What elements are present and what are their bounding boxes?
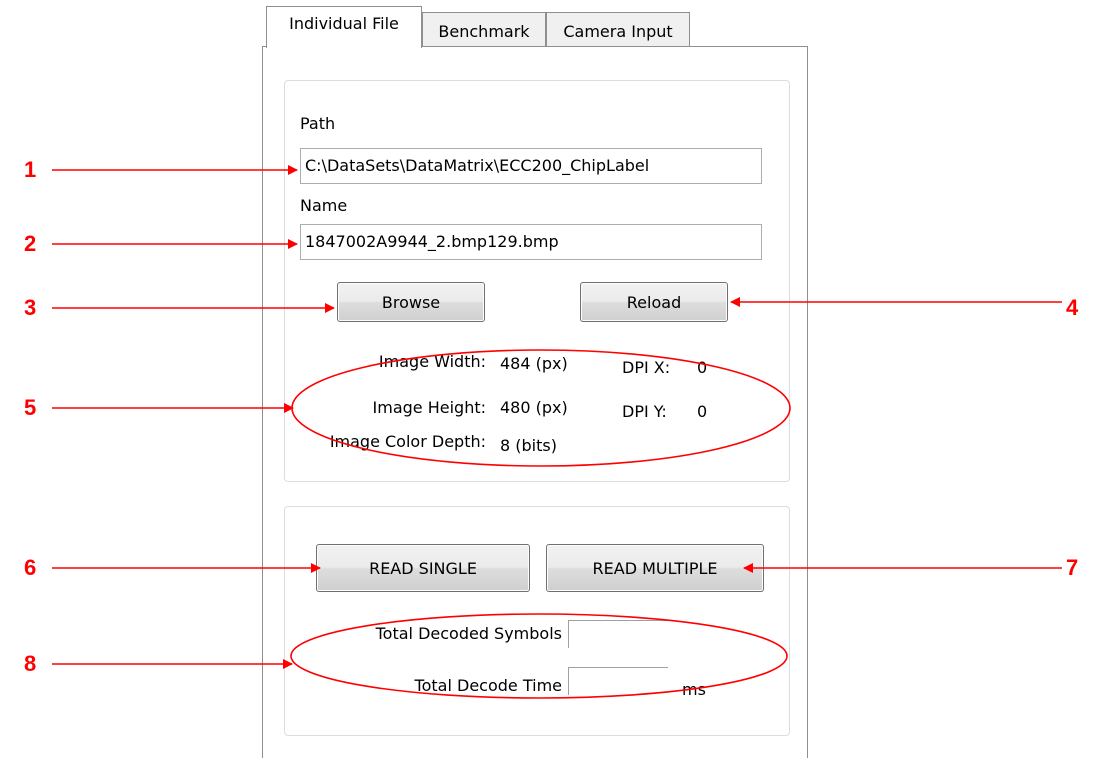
callout-3-number: 3 [24,295,37,320]
callout-4-number: 4 [1066,295,1079,320]
callout-6-number: 6 [24,555,37,580]
annotation-overlay [52,165,1062,699]
callout-8-ellipse [290,613,788,699]
callout-1-number: 1 [24,157,37,182]
callout-5-number: 5 [24,395,37,420]
callout-8-number: 8 [24,651,37,676]
callout-2-number: 2 [24,231,37,256]
callout-5-ellipse [291,349,791,467]
callout-7-number: 7 [1066,555,1079,580]
